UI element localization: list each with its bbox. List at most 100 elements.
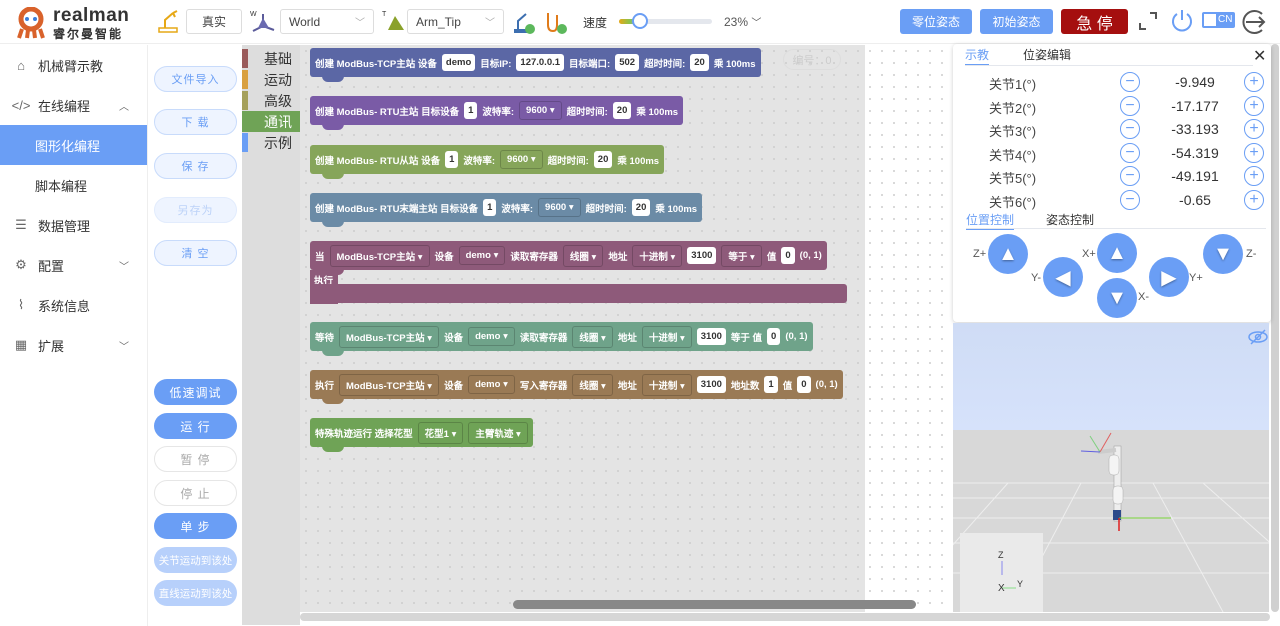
step-button[interactable]: 单 步 <box>154 513 237 539</box>
tab-teach[interactable]: 示教 <box>965 46 990 66</box>
io-connected-icon[interactable] <box>544 9 568 35</box>
block-input-field[interactable]: 1 <box>764 376 778 393</box>
slow-debug-button[interactable]: 低速调试 <box>154 379 237 405</box>
block-input-field[interactable]: 1 <box>483 199 497 216</box>
block-dropdown[interactable]: 花型1 <box>417 421 464 444</box>
logout-icon[interactable] <box>1242 8 1270 36</box>
x-plus-arrow-up-icon[interactable]: ▲ <box>1097 233 1137 273</box>
close-icon[interactable]: ✕ <box>1253 46 1266 66</box>
save-as-button[interactable]: 另存为 <box>154 197 237 223</box>
block-input-field[interactable]: 3100 <box>696 328 726 345</box>
world-frame-select[interactable]: World ﹀ <box>280 9 374 34</box>
block-dropdown[interactable]: ModBus-TCP主站 <box>339 325 440 348</box>
speed-slider[interactable] <box>619 13 712 29</box>
z-plus-arrow-up-icon[interactable]: ▲ <box>988 234 1028 274</box>
block-input-field[interactable]: 0 <box>797 376 811 393</box>
block-dropdown[interactable]: 十进制 <box>641 325 692 348</box>
mode-selector[interactable]: 真实 <box>186 9 242 34</box>
modbus-block[interactable]: 执行 ModBus-TCP主站设备 demo 写入寄存器线圈地址十进制3100 地址数 1… <box>310 370 843 404</box>
modbus-block[interactable]: 当 ModBus-TCP主站设备 demo 读取寄存器线圈地址十进制3100等于值0 (… <box>310 241 827 275</box>
save-button[interactable]: 保 存 <box>154 153 237 179</box>
block-dropdown[interactable]: 线圈 <box>562 244 604 267</box>
initial-pose-button[interactable]: 初始姿态 <box>980 9 1053 34</box>
block-dropdown[interactable]: 线圈 <box>572 373 613 396</box>
modbus-block[interactable]: 创建 ModBus- RTU从站 设备 1 波特率: 9600 超时时间: 20 乘 100… <box>310 145 665 179</box>
category-1[interactable]: 运动 <box>242 69 300 90</box>
increase-joint-icon[interactable]: + <box>1244 95 1264 116</box>
block-input-field[interactable]: 20 <box>593 151 613 168</box>
decrease-joint-icon[interactable]: − <box>1120 119 1140 139</box>
block-dropdown[interactable]: 线圈 <box>572 325 613 348</box>
tab-pose-edit[interactable]: 位姿编辑 <box>1023 46 1071 63</box>
stop-button[interactable]: 停 止 <box>154 480 237 506</box>
z-minus-arrow-down-icon[interactable]: ▼ <box>1203 234 1243 274</box>
block-input-field[interactable]: 3100 <box>687 247 717 264</box>
robot-arm-icon[interactable] <box>157 8 179 34</box>
sidebar-item-extensions[interactable]: ▦ 扩展 ﹀ <box>0 325 147 365</box>
increase-joint-icon[interactable]: + <box>1244 166 1264 186</box>
hide-eye-icon[interactable] <box>1248 329 1268 345</box>
block-dropdown[interactable]: 9600 <box>519 101 562 120</box>
y-minus-arrow-left-icon[interactable]: ◀ <box>1043 257 1083 297</box>
joint-move-here-button[interactable]: 关节运动到该处 <box>154 547 237 573</box>
modbus-block[interactable]: 创建 ModBus-TCP主站 设备 demo 目标IP: 127.0.0.1 目标端口… <box>310 48 761 82</box>
fullscreen-icon[interactable] <box>1138 11 1158 31</box>
block-input-field[interactable]: 1 <box>445 151 459 168</box>
modbus-block[interactable]: 等待 ModBus-TCP主站设备 demo 读取寄存器线圈地址十进制3100 等于 值… <box>310 322 813 356</box>
emergency-stop-button[interactable]: 急 停 <box>1061 9 1128 34</box>
decrease-joint-icon[interactable]: − <box>1120 189 1140 210</box>
modbus-block[interactable]: 创建 ModBus- RTU主站 目标设备 1 波特率: 9600 超时时间: 20 乘 1… <box>310 96 684 130</box>
sidebar-item-data-management[interactable]: ☰ 数据管理 <box>0 205 147 245</box>
block-dropdown[interactable]: demo <box>458 246 506 265</box>
block-input-field[interactable]: 3100 <box>696 376 726 393</box>
category-0[interactable]: 基础 <box>242 48 300 69</box>
sidebar-item-config[interactable]: ⚙ 配置 ﹀ <box>0 245 147 285</box>
vertical-scrollbar[interactable] <box>1271 44 1279 612</box>
clear-button[interactable]: 清 空 <box>154 240 237 266</box>
pause-button[interactable]: 暂 停 <box>154 446 237 472</box>
increase-joint-icon[interactable]: + <box>1244 142 1264 163</box>
block-input-field[interactable]: demo <box>441 54 476 71</box>
block-dropdown[interactable]: demo <box>468 327 515 346</box>
increase-joint-icon[interactable]: + <box>1244 189 1264 210</box>
decrease-joint-icon[interactable]: − <box>1120 166 1140 186</box>
block-dropdown[interactable]: 等于 <box>721 244 762 267</box>
increase-joint-icon[interactable]: + <box>1244 119 1264 139</box>
download-button[interactable]: 下 载 <box>154 109 237 135</box>
block-dropdown[interactable]: 十进制 <box>641 373 692 396</box>
robot-connected-icon[interactable] <box>512 9 536 35</box>
decrease-joint-icon[interactable]: − <box>1120 72 1140 92</box>
block-input-field[interactable]: 127.0.0.1 <box>516 54 565 71</box>
block-input-field[interactable]: 1 <box>464 102 478 119</box>
horizontal-scrollbar[interactable] <box>513 600 916 609</box>
block-input-field[interactable]: 20 <box>690 54 709 71</box>
block-dropdown[interactable]: 9600 <box>500 150 543 169</box>
tab-orientation-control[interactable]: 姿态控制 <box>1046 211 1094 228</box>
block-input-field[interactable]: 20 <box>631 199 651 216</box>
sidebar-item-online-programming[interactable]: </> 在线编程 ︿ <box>0 85 147 125</box>
modbus-block[interactable]: 创建 ModBus- RTU末端主站 目标设备 1 波特率: 9600 超时时间: 20 乘… <box>310 193 703 227</box>
modbus-block[interactable]: 特殊轨迹运行 选择花型花型1主臂轨迹 <box>310 418 533 452</box>
tool-frame-select[interactable]: Arm_Tip ﹀ <box>407 9 504 34</box>
sidebar-item-script-programming[interactable]: 脚本编程 <box>0 165 147 205</box>
sidebar-item-arm-teach[interactable]: ⌂ 机械臂示教 <box>0 45 147 85</box>
x-minus-arrow-down-icon[interactable]: ▼ <box>1097 278 1137 318</box>
category-3[interactable]: 通讯 <box>242 111 300 132</box>
speed-dropdown[interactable]: 23% ﹀ <box>724 14 761 29</box>
decrease-joint-icon[interactable]: − <box>1120 142 1140 163</box>
block-dropdown[interactable]: ModBus-TCP主站 <box>329 244 430 267</box>
block-dropdown[interactable]: 9600 <box>538 198 581 217</box>
language-toggle[interactable]: CN <box>1202 12 1235 28</box>
category-4[interactable]: 示例 <box>242 132 300 153</box>
y-plus-arrow-right-icon[interactable]: ▶ <box>1149 257 1189 297</box>
power-icon[interactable] <box>1169 7 1195 35</box>
block-dropdown[interactable]: ModBus-TCP主站 <box>339 373 440 396</box>
increase-joint-icon[interactable]: + <box>1244 72 1264 92</box>
sidebar-item-system-info[interactable]: ⌇ 系统信息 <box>0 285 147 325</box>
zero-pose-button[interactable]: 零位姿态 <box>900 9 972 34</box>
block-dropdown[interactable]: 十进制 <box>632 244 683 267</box>
sidebar-item-graphical-programming[interactable]: 图形化编程 <box>0 125 147 165</box>
speed-handle[interactable] <box>632 13 649 29</box>
block-input-field[interactable]: 0 <box>781 247 795 264</box>
block-input-field[interactable]: 20 <box>612 102 632 119</box>
